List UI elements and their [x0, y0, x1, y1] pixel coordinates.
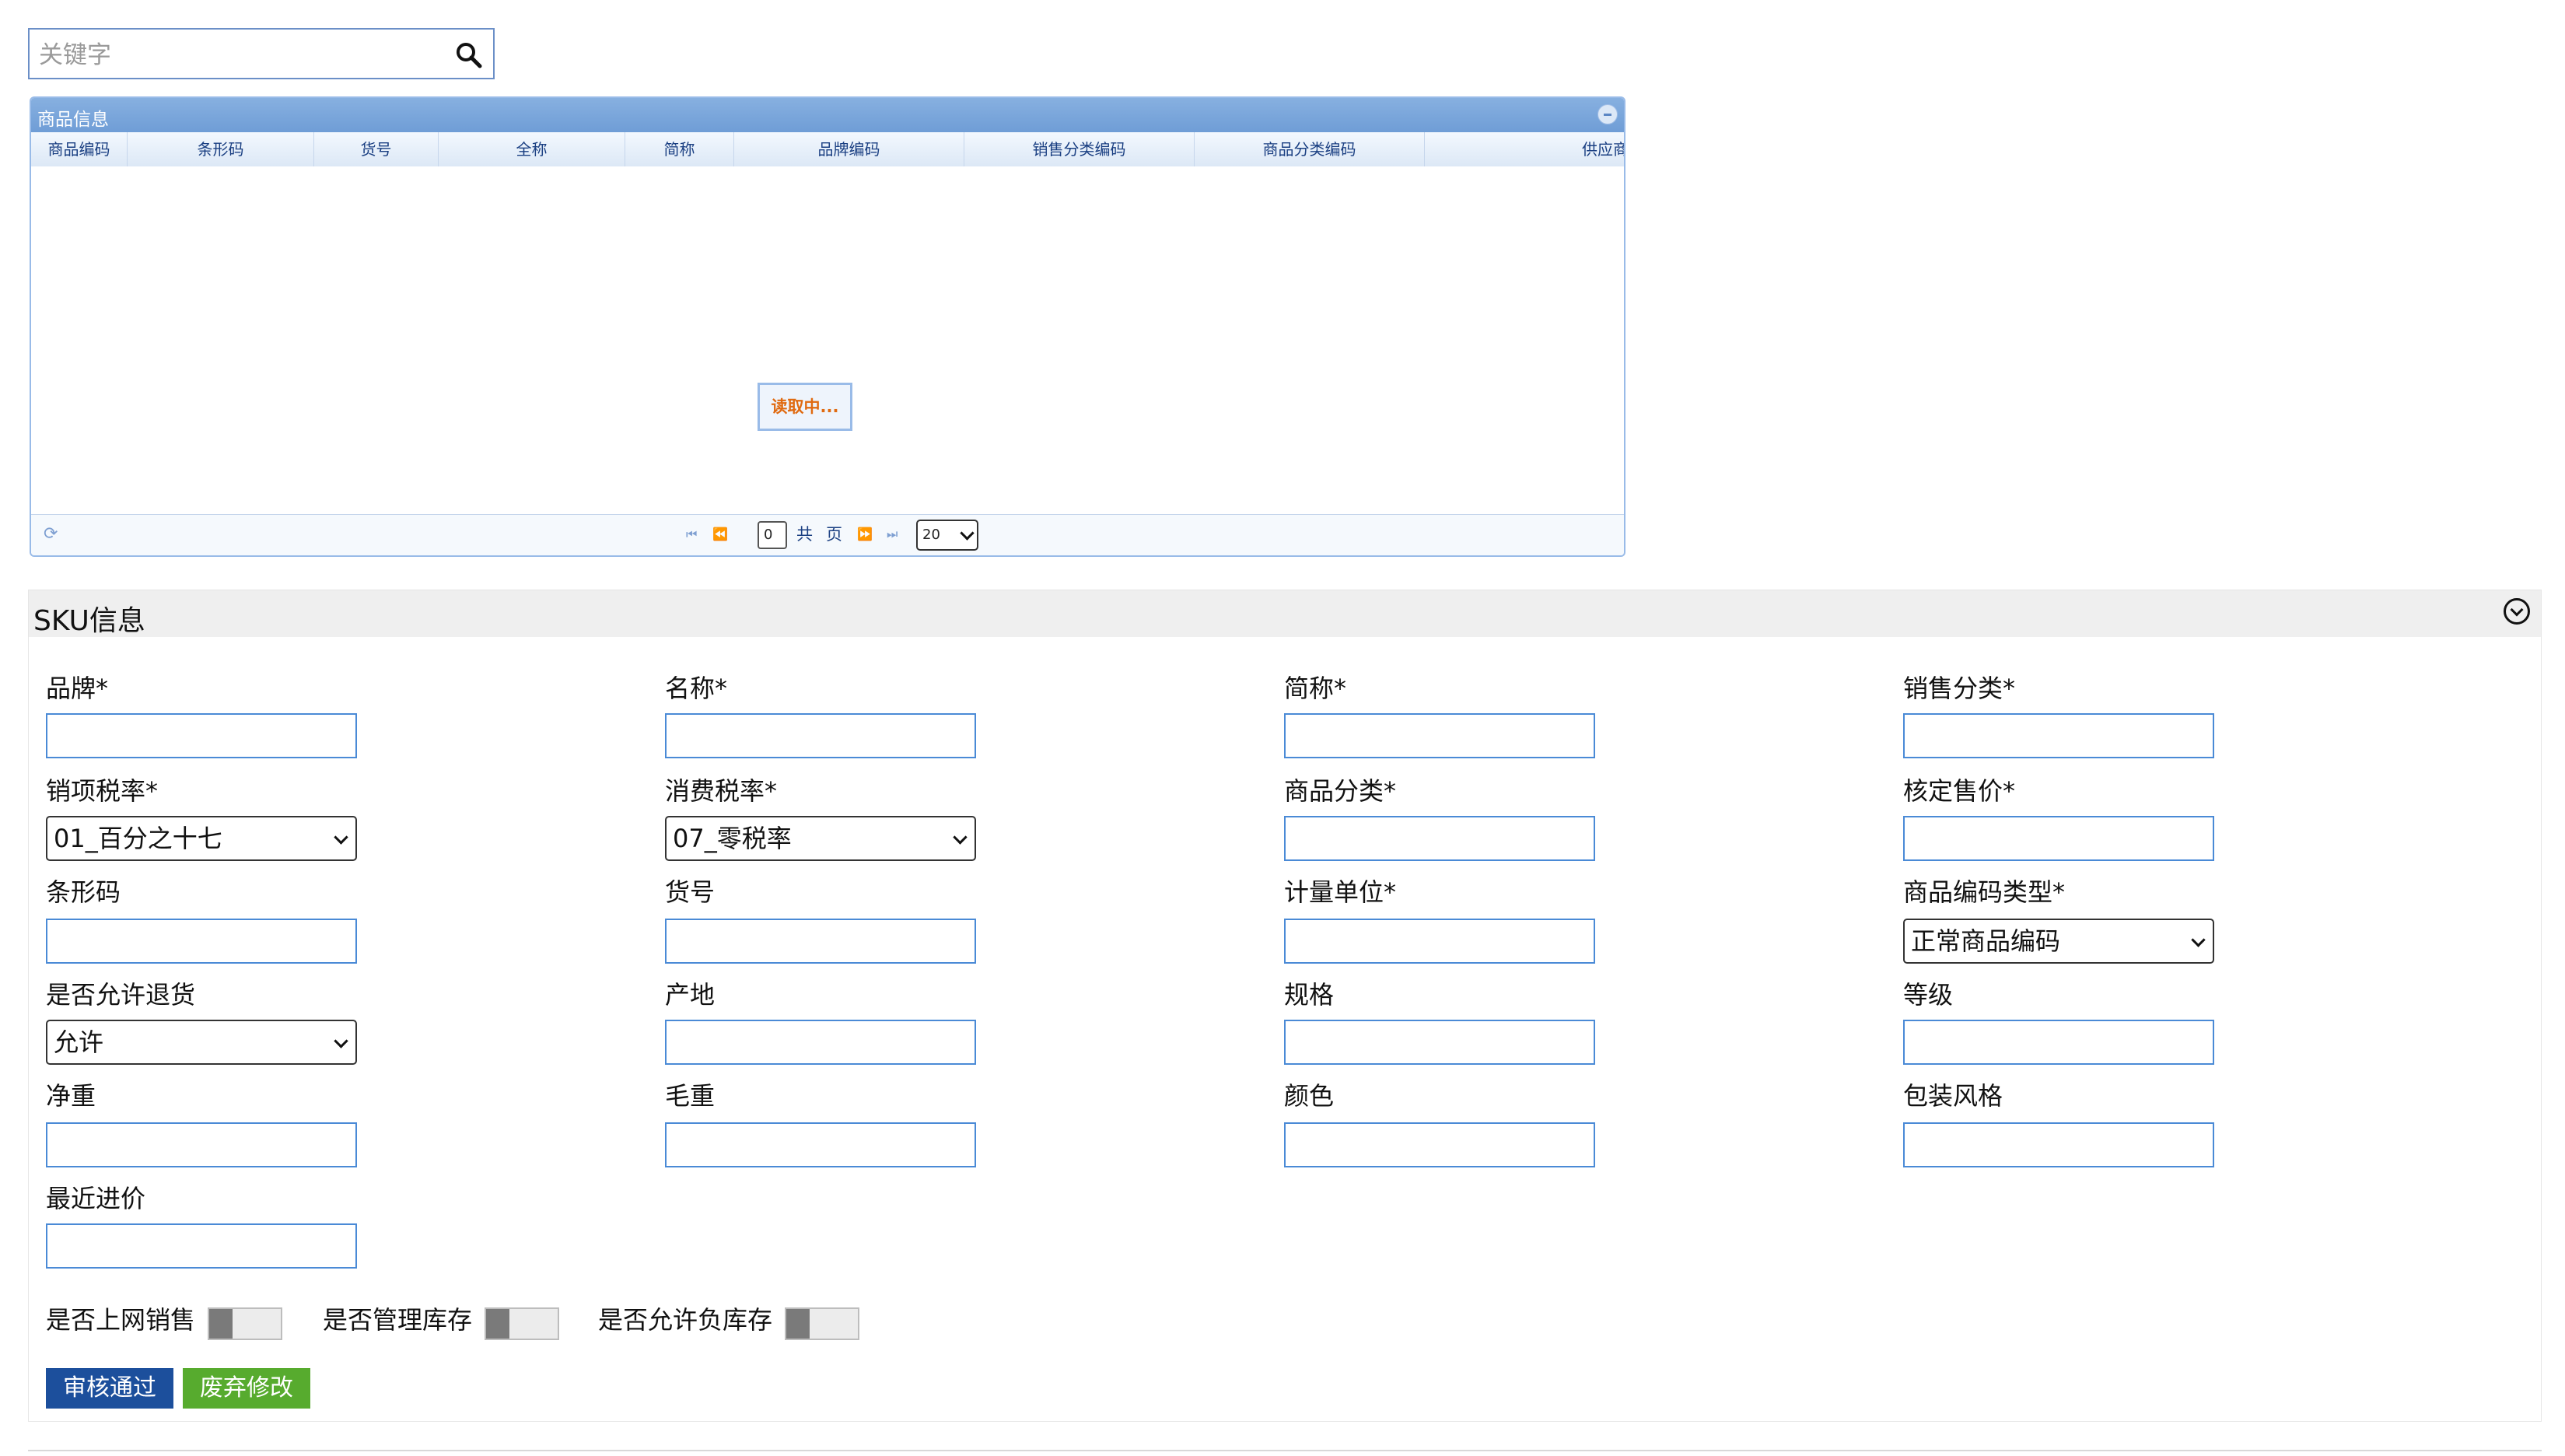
net-weight-label: 净重 — [46, 1081, 96, 1111]
search-input[interactable] — [37, 34, 445, 76]
short-name-label: 简称* — [1284, 674, 1347, 703]
code-type-value: 正常商品编码 — [1911, 926, 2061, 956]
origin-input[interactable] — [665, 1020, 976, 1065]
online-sale-toggle[interactable] — [208, 1307, 282, 1340]
approved-price-label: 核定售价* — [1903, 776, 2016, 806]
approved-price-input[interactable] — [1903, 816, 2214, 861]
spec-label: 规格 — [1284, 980, 1335, 1010]
product-grid-panel: 商品信息 商品编码 条形码 货号 全称 简称 品牌编码 销售分类编码 商品分类编… — [30, 96, 1625, 557]
color-input[interactable] — [1284, 1122, 1595, 1167]
page-size-value: 20 — [922, 527, 940, 543]
discard-button[interactable]: 废弃修改 — [183, 1368, 310, 1409]
divider — [28, 1450, 2542, 1451]
color-label: 颜色 — [1284, 1081, 1335, 1111]
barcode-label: 条形码 — [46, 877, 121, 907]
toggle-knob — [486, 1309, 509, 1339]
item-no-label: 货号 — [665, 877, 716, 907]
manage-stock-toggle[interactable] — [485, 1307, 559, 1340]
consumption-tax-rate-value: 07_零税率 — [673, 824, 792, 853]
toggle-knob — [209, 1309, 233, 1339]
sales-tax-rate-select[interactable]: 01_百分之十七 — [46, 816, 357, 861]
sales-category-label: 销售分类* — [1903, 674, 2016, 703]
refresh-icon[interactable]: ⟳ — [44, 526, 58, 543]
next-page-icon[interactable]: ⏩ — [857, 527, 873, 542]
approve-button[interactable]: 审核通过 — [46, 1368, 173, 1409]
sku-panel: SKU信息 品牌* 名称* 简称* 销售分类* 销项税率* 01_百分之十七 消… — [28, 590, 2542, 1422]
package-style-input[interactable] — [1903, 1122, 2214, 1167]
sales-tax-rate-label: 销项税率* — [46, 776, 159, 806]
column-header[interactable]: 货号 — [314, 132, 439, 166]
pager-total-label: 共 — [796, 525, 813, 544]
sku-panel-header: SKU信息 — [29, 590, 2541, 637]
column-header[interactable]: 品牌编码 — [734, 132, 964, 166]
chevron-down-icon — [960, 526, 975, 541]
collapse-icon[interactable] — [1597, 104, 1618, 124]
name-input[interactable] — [665, 713, 976, 758]
column-header[interactable]: 简称 — [625, 132, 734, 166]
code-type-label: 商品编码类型* — [1903, 877, 2066, 907]
page-size-select[interactable]: 20 — [916, 520, 978, 551]
sku-panel-title: SKU信息 — [33, 605, 145, 637]
consumption-tax-rate-label: 消费税率* — [665, 776, 778, 806]
chevron-circle-icon[interactable] — [2504, 598, 2530, 625]
unit-label: 计量单位* — [1284, 877, 1397, 907]
column-header[interactable]: 销售分类编码 — [964, 132, 1195, 166]
first-page-icon[interactable]: ⏮ — [686, 527, 697, 542]
search-icon[interactable] — [454, 40, 484, 70]
allow-return-label: 是否允许退货 — [46, 980, 196, 1010]
page-number-input[interactable]: 0 — [758, 521, 787, 549]
name-label: 名称* — [665, 674, 728, 703]
grid-title-bar: 商品信息 — [31, 98, 1624, 132]
column-header[interactable]: 全称 — [439, 132, 625, 166]
toggle-knob — [786, 1309, 810, 1339]
chevron-down-icon — [334, 1034, 348, 1048]
allow-negative-stock-label: 是否允许负库存 — [598, 1305, 773, 1335]
loading-indicator: 读取中... — [758, 383, 852, 431]
net-weight-input[interactable] — [46, 1122, 357, 1167]
grid-body: 读取中... — [31, 166, 1624, 518]
brand-label: 品牌* — [46, 674, 109, 703]
column-header[interactable]: 商品编码 — [31, 132, 128, 166]
chevron-down-icon — [2191, 933, 2206, 947]
prev-page-icon[interactable]: ⏪ — [712, 527, 728, 542]
grid-pager: ⟳ ⏮ ⏪ 0 共 页 ⏩ ⏭ 20 — [31, 514, 1624, 555]
column-header[interactable]: 供应商 — [1425, 132, 1624, 166]
gross-weight-label: 毛重 — [665, 1081, 716, 1111]
sales-category-input[interactable] — [1903, 713, 2214, 758]
product-category-input[interactable] — [1284, 816, 1595, 861]
grade-label: 等级 — [1903, 980, 1954, 1010]
column-header[interactable]: 商品分类编码 — [1195, 132, 1425, 166]
spec-input[interactable] — [1284, 1020, 1595, 1065]
gross-weight-input[interactable] — [665, 1122, 976, 1167]
code-type-select[interactable]: 正常商品编码 — [1903, 919, 2214, 964]
pager-page-label: 页 — [826, 525, 842, 544]
last-page-icon[interactable]: ⏭ — [887, 527, 898, 542]
chevron-down-icon — [334, 830, 348, 845]
short-name-input[interactable] — [1284, 713, 1595, 758]
allow-negative-stock-toggle[interactable] — [785, 1307, 859, 1340]
search-box — [28, 28, 495, 79]
grid-header-row: 商品编码 条形码 货号 全称 简称 品牌编码 销售分类编码 商品分类编码 供应商 — [31, 132, 1624, 167]
allow-return-value: 允许 — [54, 1027, 104, 1057]
brand-input[interactable] — [46, 713, 357, 758]
grade-input[interactable] — [1903, 1020, 2214, 1065]
chevron-down-icon — [953, 830, 968, 845]
online-sale-label: 是否上网销售 — [46, 1305, 196, 1335]
barcode-input[interactable] — [46, 919, 357, 964]
consumption-tax-rate-select[interactable]: 07_零税率 — [665, 816, 976, 861]
sales-tax-rate-value: 01_百分之十七 — [54, 824, 222, 853]
package-style-label: 包装风格 — [1903, 1081, 2003, 1111]
product-category-label: 商品分类* — [1284, 776, 1397, 806]
latest-purchase-price-input[interactable] — [46, 1223, 357, 1269]
origin-label: 产地 — [665, 980, 716, 1010]
column-header[interactable]: 条形码 — [128, 132, 314, 166]
grid-title: 商品信息 — [37, 110, 109, 130]
latest-purchase-price-label: 最近进价 — [46, 1184, 146, 1213]
page-root: 商品信息 商品编码 条形码 货号 全称 简称 品牌编码 销售分类编码 商品分类编… — [0, 0, 2565, 1456]
manage-stock-label: 是否管理库存 — [323, 1305, 473, 1335]
allow-return-select[interactable]: 允许 — [46, 1020, 357, 1065]
unit-input[interactable] — [1284, 919, 1595, 964]
item-no-input[interactable] — [665, 919, 976, 964]
